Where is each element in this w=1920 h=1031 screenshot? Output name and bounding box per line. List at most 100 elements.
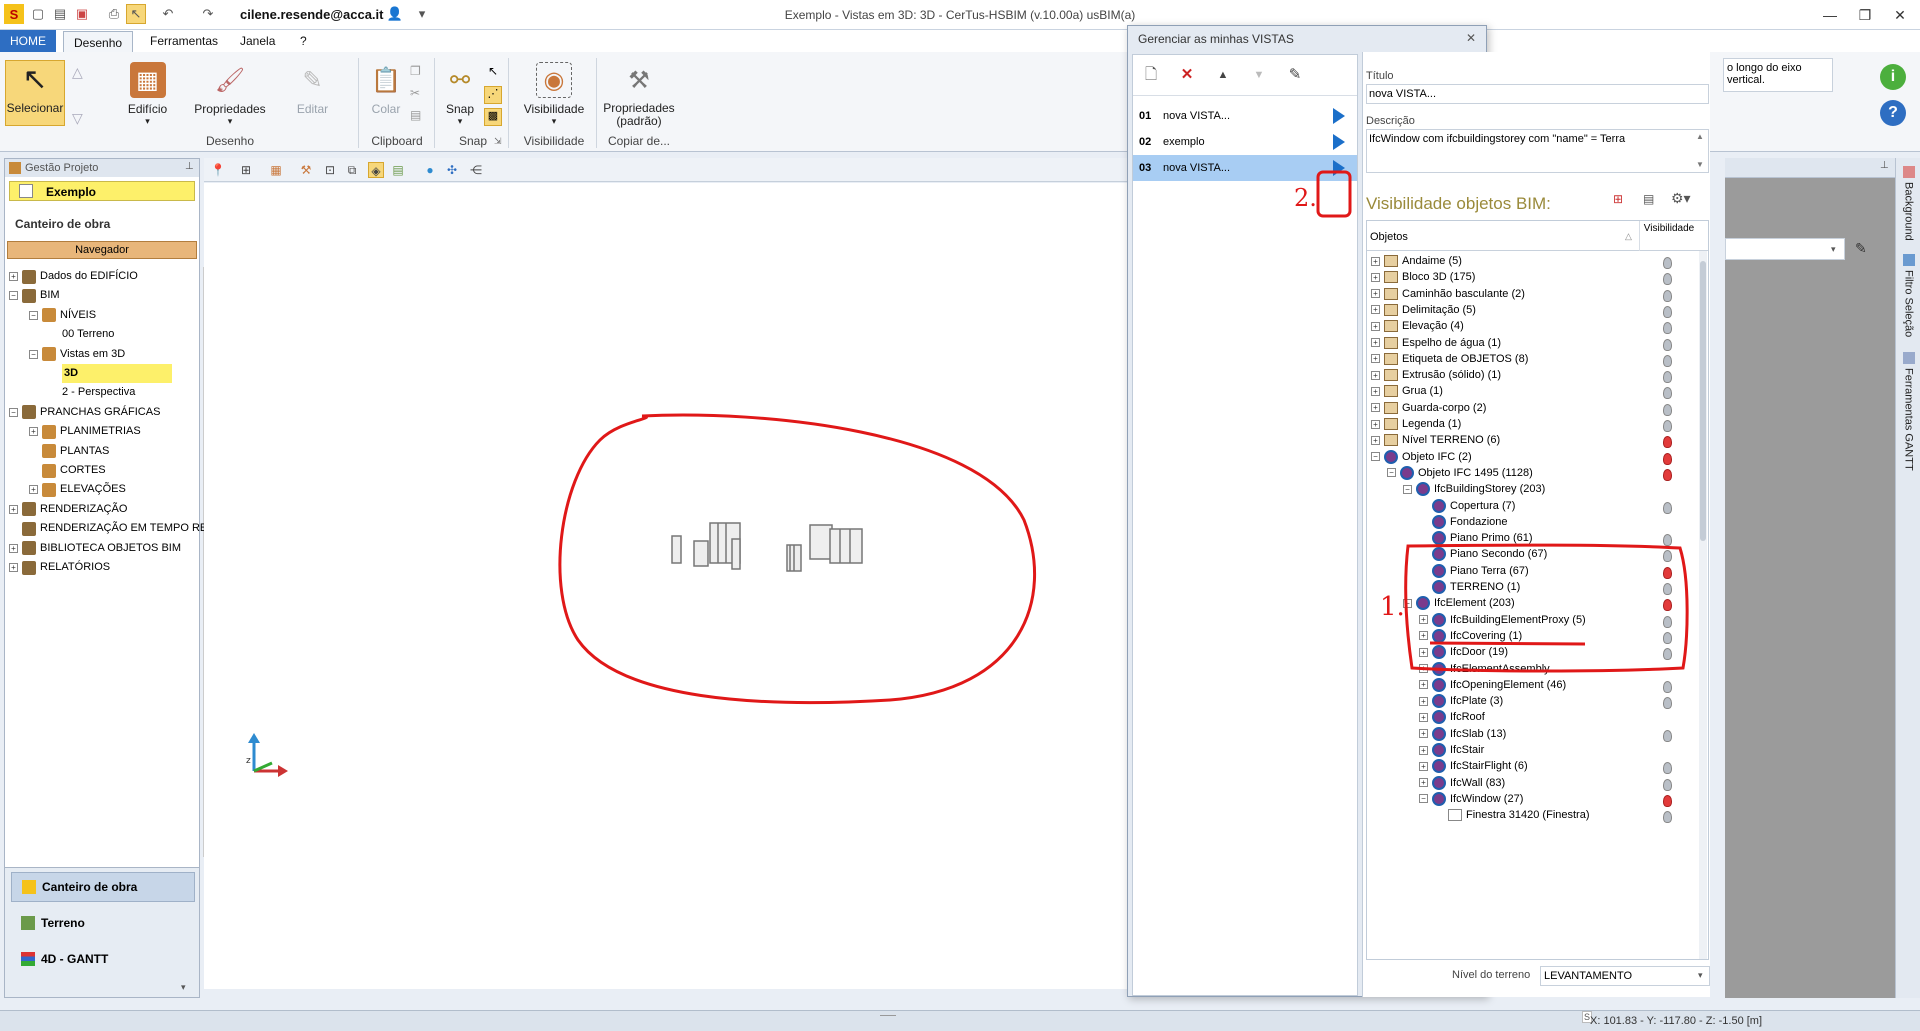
play-view-icon[interactable] xyxy=(1333,160,1345,176)
scroll-down-icon[interactable]: ▼ xyxy=(1696,160,1704,169)
bim-tree-row[interactable]: + Caminhão basculante (2) xyxy=(1367,286,1708,302)
expand-icon[interactable]: + xyxy=(1419,680,1428,690)
bim-tree-row[interactable]: + Delimitação (5) xyxy=(1367,302,1708,318)
add-filter-icon[interactable]: ⊞ xyxy=(1613,192,1629,208)
navigator-tree-item[interactable]: + PLANIMETRIAS xyxy=(29,422,141,441)
bim-tree-row[interactable]: − Objeto IFC 1495 (1128) xyxy=(1367,465,1708,481)
bottom-tab-canteiro[interactable]: Canteiro de obra xyxy=(11,872,195,902)
editar-button[interactable]: ✎ Editar xyxy=(285,62,340,117)
scroll-up-icon[interactable]: ▲ xyxy=(1696,132,1704,141)
collapse-icon[interactable]: − xyxy=(1387,468,1396,478)
snap-grid-icon[interactable]: ⋰ xyxy=(484,86,502,104)
help-icon[interactable]: ? xyxy=(1880,100,1906,126)
visibility-bulb-icon[interactable] xyxy=(1663,371,1672,384)
bim-tree-row[interactable]: + Bloco 3D (175) xyxy=(1367,269,1708,286)
navigator-tree-item[interactable]: − NÍVEIS xyxy=(29,306,96,325)
bim-tree-row[interactable]: Finestra 31420 (Finestra) xyxy=(1367,807,1708,824)
bim-tree-row[interactable]: Piano Primo (61) xyxy=(1367,530,1708,547)
copy-icon[interactable]: ❐ xyxy=(410,64,421,78)
edit-view-icon[interactable]: ✎ xyxy=(1285,65,1305,85)
visibility-bulb-icon[interactable] xyxy=(1663,534,1672,547)
bim-tree-row[interactable]: + IfcElementAssembly xyxy=(1367,661,1708,677)
bim-tree-row[interactable]: + Elevação (4) xyxy=(1367,318,1708,335)
bim-tree-row[interactable]: + IfcDoor (19) xyxy=(1367,644,1708,661)
move-up-icon[interactable]: ▲ xyxy=(1213,65,1233,85)
export-icon[interactable]: ▤ xyxy=(1643,192,1659,208)
visibility-bulb-icon[interactable] xyxy=(1663,420,1672,432)
expand-icon[interactable]: + xyxy=(9,504,18,514)
view-item-01[interactable]: 01 nova VISTA... xyxy=(1133,103,1357,129)
zoom-window-icon[interactable]: ⊡ xyxy=(322,162,338,178)
axis-icon[interactable]: ✣ xyxy=(444,162,460,178)
filter-dropdown[interactable] xyxy=(1725,238,1845,260)
visibilidade-button[interactable]: ◉ Visibilidade ▾ xyxy=(515,62,593,127)
visibility-bulb-icon[interactable] xyxy=(1663,436,1672,449)
expand-icon[interactable]: + xyxy=(1371,419,1380,429)
terrain-view-icon[interactable]: ▤ xyxy=(390,162,406,178)
bim-tree-row[interactable]: + IfcWall (83) xyxy=(1367,775,1708,791)
visibility-bulb-icon[interactable] xyxy=(1663,289,1672,302)
visibility-bulb-icon[interactable] xyxy=(1663,583,1672,595)
descricao-textarea[interactable]: IfcWindow com ifcbuildingstorey com "nam… xyxy=(1366,129,1709,173)
bim-tree-row[interactable]: + IfcStair xyxy=(1367,742,1708,758)
visibility-bulb-icon[interactable] xyxy=(1663,566,1672,579)
col-visibilidade[interactable]: Visibilidade xyxy=(1643,223,1695,235)
collapse-icon[interactable]: − xyxy=(1371,452,1380,462)
expand-icon[interactable]: + xyxy=(1371,338,1380,347)
paste-special-icon[interactable]: ▤ xyxy=(410,108,421,122)
new-view-icon[interactable]: 🗋 xyxy=(1141,65,1161,85)
expand-icon[interactable]: + xyxy=(1419,631,1428,641)
expand-icon[interactable]: + xyxy=(1371,305,1380,315)
bim-tree-row[interactable]: + IfcOpeningElement (46) xyxy=(1367,677,1708,693)
expand-icon[interactable]: + xyxy=(1419,664,1428,673)
expand-icon[interactable]: + xyxy=(1419,647,1428,657)
visibility-bulb-icon[interactable] xyxy=(1663,648,1672,661)
visibility-bulb-icon[interactable] xyxy=(1663,257,1672,269)
side-tab-gantt[interactable]: Ferramentas GANTT xyxy=(1899,352,1918,472)
expand-icon[interactable]: + xyxy=(9,272,18,281)
expand-icon[interactable]: + xyxy=(1419,745,1428,755)
bim-tree-row[interactable]: + Nível TERRENO (6) xyxy=(1367,432,1708,449)
bim-tree-row[interactable]: Piano Terra (67) xyxy=(1367,563,1708,579)
tab-home[interactable]: HOME xyxy=(0,30,56,52)
visibility-bulb-icon[interactable] xyxy=(1663,794,1672,807)
settings-gear-icon[interactable]: ⚙▾ xyxy=(1671,190,1703,208)
expand-icon[interactable]: + xyxy=(1419,712,1428,722)
bim-tree-row[interactable]: + IfcStairFlight (6) xyxy=(1367,758,1708,775)
play-view-icon[interactable] xyxy=(1333,134,1345,150)
visibility-bulb-icon[interactable] xyxy=(1663,729,1672,742)
info-icon[interactable]: i xyxy=(1880,64,1906,90)
titulo-input[interactable]: nova VISTA... xyxy=(1366,84,1709,104)
view-item-03[interactable]: 03 nova VISTA... xyxy=(1133,155,1357,181)
dialog-close-icon[interactable]: ✕ xyxy=(1463,31,1479,47)
bim-tree-row[interactable]: + Guarda-corpo (2) xyxy=(1367,400,1708,416)
selecionar-button[interactable]: ↖ Selecionar xyxy=(5,60,65,126)
collapse-icon[interactable]: − xyxy=(1403,484,1412,494)
pin-icon[interactable]: ⊥ xyxy=(185,161,194,172)
side-tab-background[interactable]: Background xyxy=(1899,166,1918,246)
project-name[interactable]: Exemplo xyxy=(9,181,195,201)
expand-icon[interactable]: + xyxy=(1371,386,1380,396)
bim-tree-row[interactable]: + Legenda (1) xyxy=(1367,416,1708,432)
col-objetos[interactable]: Objetos xyxy=(1370,231,1408,243)
visibility-bulb-icon[interactable] xyxy=(1663,501,1672,514)
navigator-tree-item[interactable]: + RENDERIZAÇÃO xyxy=(9,500,127,519)
bim-tree-row[interactable]: + Espelho de água (1) xyxy=(1367,335,1708,351)
view-3d-icon[interactable]: ◈ xyxy=(368,162,384,178)
tab-help[interactable]: ? xyxy=(290,30,317,52)
minimize-button[interactable]: — xyxy=(1815,4,1845,26)
visibility-bulb-icon[interactable] xyxy=(1663,762,1672,775)
navigator-tree-item[interactable]: PLANTAS xyxy=(29,442,109,461)
visibility-bulb-icon[interactable] xyxy=(1663,680,1672,693)
expand-icon[interactable]: + xyxy=(1371,435,1380,445)
ruler-icon[interactable]: ⊞ xyxy=(238,162,254,178)
visibility-bulb-icon[interactable] xyxy=(1663,599,1672,612)
expand-icon[interactable]: + xyxy=(9,543,18,553)
hammer-icon[interactable]: ⚒ xyxy=(298,162,314,178)
chevron-down-icon[interactable]: ▾ xyxy=(1831,244,1836,255)
pin-icon[interactable]: ⊥ xyxy=(1880,160,1889,171)
expand-icon[interactable]: + xyxy=(1371,256,1380,266)
expand-icon[interactable]: + xyxy=(1419,696,1428,706)
navigator-header[interactable]: Navegador xyxy=(7,241,197,259)
expand-icon[interactable]: + xyxy=(1371,289,1380,299)
